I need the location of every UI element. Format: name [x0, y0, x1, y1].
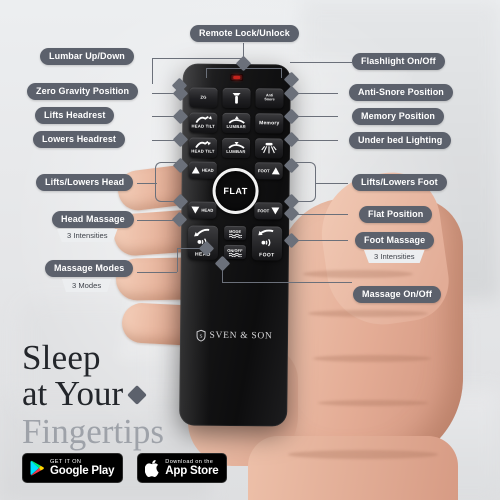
apple-icon: [145, 459, 159, 477]
callout-lowers-headrest[interactable]: Lowers Headrest: [33, 131, 126, 149]
callout-foot-massage[interactable]: Foot Massage: [355, 232, 435, 250]
foot-up-arrow-icon: [271, 167, 280, 175]
massage-mode-button[interactable]: MODE: [224, 225, 247, 241]
callout-zero-gravity[interactable]: Zero Gravity Position: [27, 83, 139, 101]
connector-line: [222, 282, 352, 283]
flat-position-button[interactable]: FLAT: [212, 167, 259, 215]
callout-foot-massage-sub: 3 Intensities: [364, 250, 425, 263]
head-tilt-down-button[interactable]: HEAD TILT: [188, 137, 218, 158]
remote-button-grid: ZG Anti Snore HEAD TILT LUMBAR Memory HE…: [188, 87, 284, 164]
foot-down-arrow-icon: [271, 207, 280, 215]
infographic-canvas: ZG Anti Snore HEAD TILT LUMBAR Memory HE…: [0, 0, 500, 500]
wave-icon: [228, 252, 242, 257]
foot-down-button[interactable]: FOOT: [254, 202, 283, 220]
foot-massage-button[interactable]: FOOT: [251, 226, 283, 261]
diamond-accent-icon: [127, 384, 148, 405]
google-play-badge[interactable]: GET IT ON Google Play: [22, 453, 124, 483]
lock-led-indicator[interactable]: [230, 73, 244, 82]
callout-flat-position[interactable]: Flat Position: [359, 206, 433, 224]
callout-remote-lock[interactable]: Remote Lock/Unlock: [190, 25, 299, 43]
tagline-line-1: Sleep: [22, 338, 101, 377]
connector-line: [290, 214, 348, 215]
callout-lifts-lowers-head[interactable]: Lifts/Lowers Head: [36, 174, 134, 192]
shield-icon: S: [196, 329, 206, 342]
callout-massage-modes-sub: 3 Modes: [62, 279, 112, 292]
callout-flashlight[interactable]: Flashlight On/Off: [352, 53, 445, 71]
connector-line: [206, 68, 207, 78]
head-down-arrow-icon: [191, 206, 200, 214]
connector-line: [243, 68, 281, 69]
connector-line: [152, 58, 244, 59]
wave-icon: [228, 233, 242, 238]
head-down-button[interactable]: HEAD: [188, 201, 217, 219]
flashlight-icon: [232, 92, 241, 104]
connector-line: [152, 58, 153, 84]
connector-line: [177, 248, 207, 249]
tagline-line-2: at Your: [22, 374, 164, 414]
lumbar-up-button[interactable]: LUMBAR: [222, 112, 251, 134]
remote-brand-logo: S SVEN & SON: [180, 329, 288, 342]
callout-lumbar-up-down[interactable]: Lumbar Up/Down: [40, 48, 134, 66]
foot-up-button[interactable]: FOOT: [254, 162, 283, 180]
connector-line: [290, 62, 352, 63]
under-bed-lighting-button[interactable]: [254, 138, 284, 159]
callout-under-bed-lighting[interactable]: Under bed Lighting: [349, 132, 452, 150]
callout-memory-position[interactable]: Memory Position: [352, 108, 445, 126]
callout-head-massage[interactable]: Head Massage: [52, 211, 134, 229]
head-tilt-up-button[interactable]: HEAD TILT: [189, 112, 218, 133]
app-store-badges: GET IT ON Google Play Download on the Ap…: [22, 453, 228, 483]
connector-line: [177, 248, 178, 272]
callout-lifts-lowers-foot[interactable]: Lifts/Lowers Foot: [352, 174, 447, 192]
underbed-light-icon: [261, 142, 277, 154]
massage-controls: HEAD MODE ON/OFF FOOT: [187, 225, 283, 261]
foot-massage-icon: [258, 229, 274, 247]
connector-line: [206, 68, 244, 69]
zero-gravity-button[interactable]: ZG: [189, 87, 218, 108]
head-up-arrow-icon: [191, 166, 200, 174]
svg-text:S: S: [199, 334, 202, 340]
callout-lifts-headrest[interactable]: Lifts Headrest: [35, 107, 115, 125]
memory-position-button[interactable]: Memory: [255, 113, 284, 134]
connector-line: [137, 183, 157, 184]
app-store-big-text: App Store: [165, 464, 219, 477]
connector-line: [137, 272, 177, 273]
position-dial-group: HEAD FOOT FLAT HEAD FOOT: [188, 160, 283, 223]
tagline-line-3: Fingertips: [22, 411, 164, 451]
callout-head-massage-sub: 3 Intensities: [57, 229, 118, 242]
anti-snore-button[interactable]: Anti Snore: [255, 88, 284, 109]
google-play-icon: [30, 460, 44, 476]
connector-line: [316, 183, 348, 184]
flashlight-button[interactable]: [222, 87, 251, 109]
lumbar-down-button[interactable]: LUMBAR: [221, 137, 251, 159]
tagline-block: Sleep at Your Fingertips: [22, 338, 164, 451]
massage-onoff-button[interactable]: ON/OFF: [223, 244, 246, 260]
google-play-big-text: Google Play: [50, 464, 115, 477]
connector-line: [281, 68, 282, 78]
adjustable-bed-remote[interactable]: ZG Anti Snore HEAD TILT LUMBAR Memory HE…: [179, 63, 291, 427]
callout-massage-modes[interactable]: Massage Modes: [45, 260, 134, 278]
head-up-button[interactable]: HEAD: [188, 161, 217, 179]
tagline-line-2-text: at Your: [22, 374, 124, 414]
callout-anti-snore[interactable]: Anti-Snore Position: [349, 84, 453, 102]
callout-massage-on-off[interactable]: Massage On/Off: [353, 286, 441, 304]
app-store-badge[interactable]: Download on the App Store: [137, 453, 228, 483]
